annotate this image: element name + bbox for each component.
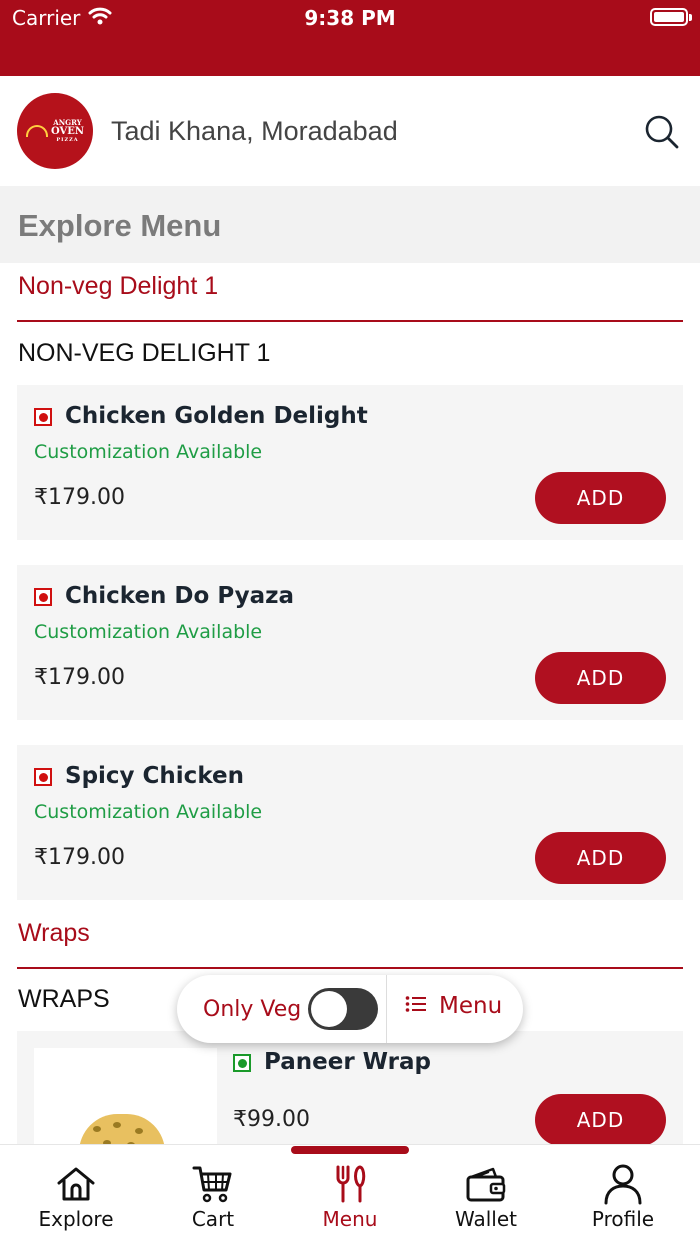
menu-item-card[interactable]: Chicken Golden Delight Customization Ava… (17, 385, 683, 540)
category-heading[interactable]: Wraps (18, 919, 90, 948)
menu-item-card[interactable]: Spicy Chicken Customization Available ₹1… (17, 745, 683, 900)
tab-bar: Explore Cart Menu Wallet Profile (0, 1144, 700, 1244)
item-price: ₹179.00 (34, 845, 125, 870)
status-time: 9:38 PM (304, 6, 396, 30)
brand-logo[interactable]: ANGRY OVEN PIZZA (17, 93, 93, 169)
menu-item-card[interactable]: Chicken Do Pyaza Customization Available… (17, 565, 683, 720)
list-icon (405, 993, 427, 1019)
tab-explore[interactable]: Explore (6, 1145, 146, 1244)
non-veg-icon (34, 768, 52, 786)
veg-icon (233, 1054, 251, 1072)
tab-label: Cart (191, 1207, 235, 1231)
floating-filter-bar: Only Veg Menu (177, 975, 523, 1043)
menu-button-label: Menu (439, 993, 503, 1019)
add-button[interactable]: ADD (535, 472, 666, 524)
tab-label: Menu (322, 1207, 378, 1231)
item-name: Paneer Wrap (264, 1049, 431, 1075)
battery-icon (650, 8, 692, 26)
item-price: ₹179.00 (34, 485, 125, 510)
item-name: Chicken Golden Delight (65, 403, 368, 429)
item-name: Spicy Chicken (65, 763, 244, 789)
section-subheading: NON-VEG DELIGHT 1 (18, 339, 271, 367)
menu-button[interactable]: Menu (405, 993, 502, 1019)
add-button[interactable]: ADD (535, 1094, 666, 1146)
tab-label: Explore (38, 1207, 114, 1231)
oven-icon (25, 125, 48, 137)
page-title: Explore Menu (18, 208, 222, 243)
explore-banner: Explore Menu (0, 186, 700, 263)
section-subheading: WRAPS (18, 985, 110, 1013)
item-price: ₹99.00 (233, 1107, 310, 1132)
user-icon (601, 1163, 645, 1205)
add-button[interactable]: ADD (535, 652, 666, 704)
only-veg-label: Only Veg (203, 997, 302, 1022)
tab-wallet[interactable]: Wallet (416, 1145, 556, 1244)
customization-label[interactable]: Customization Available (34, 801, 262, 823)
category-heading[interactable]: Non-veg Delight 1 (18, 272, 218, 301)
logo-line-3: PIZZA (56, 136, 79, 143)
non-veg-icon (34, 408, 52, 426)
header: ANGRY OVEN PIZZA Tadi Khana, Moradabad (0, 76, 700, 186)
cart-icon (191, 1163, 235, 1205)
status-bar: Carrier 9:38 PM (0, 0, 700, 76)
add-button[interactable]: ADD (535, 832, 666, 884)
only-veg-toggle[interactable] (308, 988, 378, 1030)
tab-label: Profile (591, 1207, 655, 1231)
customization-label[interactable]: Customization Available (34, 621, 262, 643)
search-icon[interactable] (642, 112, 682, 152)
tab-cart[interactable]: Cart (143, 1145, 283, 1244)
category-divider (17, 320, 683, 322)
customization-label[interactable]: Customization Available (34, 441, 262, 463)
active-tab-indicator (291, 1146, 409, 1154)
logo-line-2: OVEN (50, 125, 85, 137)
tab-menu[interactable]: Menu (280, 1145, 420, 1244)
home-icon (54, 1163, 98, 1205)
item-price: ₹179.00 (34, 665, 125, 690)
fork-knife-icon (328, 1163, 372, 1205)
tab-profile[interactable]: Profile (553, 1145, 693, 1244)
wallet-icon (464, 1163, 508, 1205)
tab-label: Wallet (454, 1207, 517, 1231)
app-screen: Carrier 9:38 PM ANGRY OVEN PIZZA Tadi Kh… (0, 0, 700, 1244)
non-veg-icon (34, 588, 52, 606)
category-divider (17, 967, 683, 969)
item-name: Chicken Do Pyaza (65, 583, 295, 609)
location-label[interactable]: Tadi Khana, Moradabad (111, 116, 398, 147)
